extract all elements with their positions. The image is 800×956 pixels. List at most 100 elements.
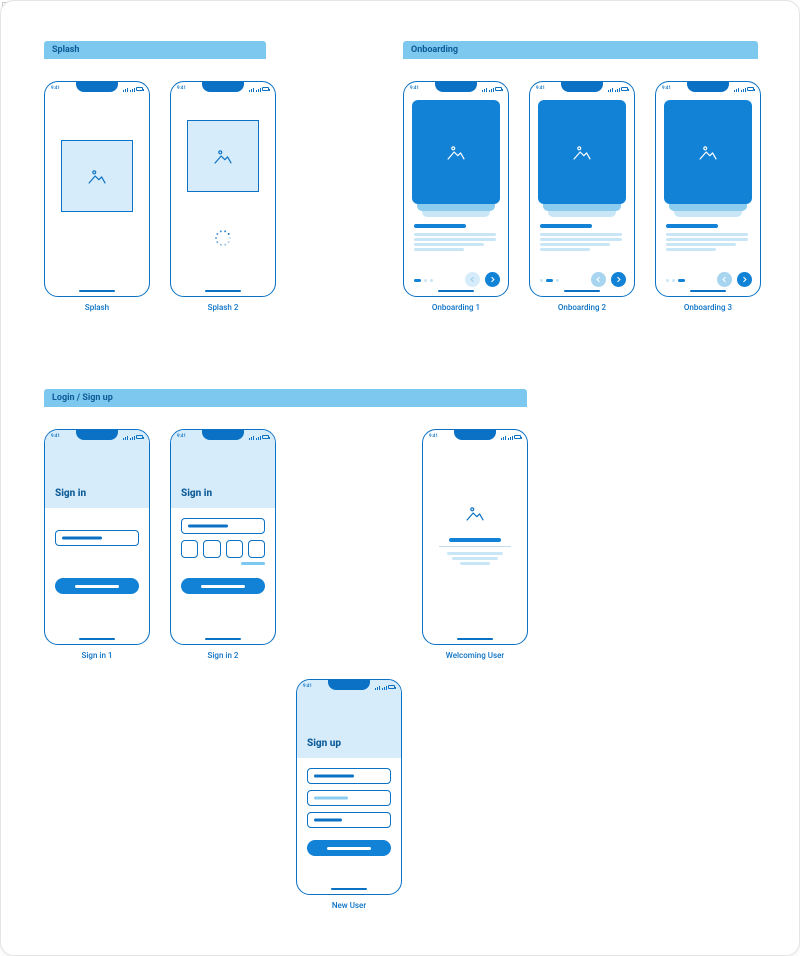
home-indicator	[331, 888, 367, 891]
body-line	[540, 243, 610, 246]
frame-splash-2[interactable]: 9:41 Splash 2	[170, 81, 276, 312]
prev-button[interactable]	[465, 272, 480, 287]
frame-signin-2[interactable]: 9:41 Sign in Sign in 2	[170, 429, 276, 660]
frame-splash-1[interactable]: 9:41 Splash	[44, 81, 150, 312]
home-indicator	[564, 290, 600, 293]
next-button[interactable]	[485, 272, 500, 287]
body-line	[414, 243, 484, 246]
phone-notch	[76, 82, 118, 92]
phone-notch	[202, 430, 244, 440]
phone-notch	[202, 82, 244, 92]
status-indicators	[482, 86, 502, 92]
password-input[interactable]	[307, 812, 391, 828]
prev-button[interactable]	[591, 272, 606, 287]
card-stack-2	[422, 211, 490, 217]
welcome-line	[452, 557, 498, 560]
phone-notch	[454, 430, 496, 440]
frame-label: New User	[296, 901, 402, 910]
frame-newuser[interactable]: 9:41 Sign up New User	[296, 679, 402, 910]
phone-input[interactable]	[55, 530, 139, 546]
home-indicator	[205, 638, 241, 641]
frame-label: Splash	[44, 303, 150, 312]
body-line	[414, 233, 496, 236]
phone-input[interactable]	[181, 518, 265, 534]
home-indicator	[457, 638, 493, 641]
resend-link[interactable]	[241, 562, 265, 565]
frame-label: Splash 2	[170, 303, 276, 312]
body-line	[666, 248, 716, 251]
frame-onboarding-2[interactable]: 9:41 Onboarding 2	[529, 81, 635, 312]
next-button[interactable]	[737, 272, 752, 287]
frame-onboarding-3[interactable]: 9:41 Onboarding 3	[655, 81, 761, 312]
status-indicators	[608, 86, 628, 92]
frame-label: Sign in 1	[44, 651, 150, 660]
body-line	[666, 238, 748, 241]
status-indicators	[123, 434, 143, 440]
onboarding-image-card	[538, 100, 626, 204]
section-header-onboarding: Onboarding	[403, 41, 758, 59]
status-indicators	[249, 434, 269, 440]
submit-button[interactable]	[181, 578, 265, 594]
submit-button[interactable]	[307, 840, 391, 856]
frame-label: Onboarding 1	[403, 303, 509, 312]
divider	[439, 546, 511, 547]
phone-notch	[76, 430, 118, 440]
home-indicator	[79, 290, 115, 293]
frame-signin-1[interactable]: 9:41 Sign in Sign in 1	[44, 429, 150, 660]
frame-label: Sign in 2	[170, 651, 276, 660]
canvas-artboard[interactable]: Splash Onboarding Login / Sign up 9:41 S…	[0, 0, 800, 956]
email-input[interactable]	[307, 790, 391, 806]
screen-title: Sign in	[181, 488, 212, 499]
image-placeholder	[187, 120, 259, 192]
status-time: 9:41	[177, 434, 186, 439]
status-indicators	[123, 86, 143, 92]
page-indicator	[414, 279, 433, 282]
section-header-login: Login / Sign up	[44, 389, 527, 407]
body-line	[414, 248, 464, 251]
status-time: 9:41	[303, 684, 312, 689]
phone-notch	[328, 680, 370, 690]
status-indicators	[734, 86, 754, 92]
frame-onboarding-1[interactable]: 9:41 Onboarding 1	[403, 81, 509, 312]
body-line	[540, 233, 622, 236]
home-indicator	[205, 290, 241, 293]
card-stack-1	[669, 204, 747, 211]
home-indicator	[438, 290, 474, 293]
status-time: 9:41	[177, 86, 186, 91]
name-input[interactable]	[307, 768, 391, 784]
frame-welcome[interactable]: 9:41 Welcoming User	[422, 429, 528, 660]
otp-digit-4[interactable]	[248, 540, 265, 558]
otp-digit-1[interactable]	[181, 540, 198, 558]
next-button[interactable]	[611, 272, 626, 287]
welcome-heading	[449, 538, 501, 542]
card-stack-1	[417, 204, 495, 211]
prev-button[interactable]	[717, 272, 732, 287]
onboarding-image-card	[412, 100, 500, 204]
image-icon	[86, 165, 108, 187]
page-indicator	[666, 279, 685, 282]
welcome-image-placeholder	[462, 500, 488, 526]
image-placeholder	[61, 140, 133, 212]
otp-digit-3[interactable]	[226, 540, 243, 558]
card-stack-2	[674, 211, 742, 217]
submit-button[interactable]	[55, 578, 139, 594]
status-indicators	[249, 86, 269, 92]
heading-placeholder	[666, 224, 718, 228]
phone-notch	[687, 82, 729, 92]
card-stack-1	[543, 204, 621, 211]
image-icon	[212, 145, 234, 167]
screen-title: Sign in	[55, 488, 86, 499]
card-stack-2	[548, 211, 616, 217]
home-indicator	[79, 638, 115, 641]
otp-digit-2[interactable]	[203, 540, 220, 558]
body-line	[540, 248, 590, 251]
image-icon	[445, 141, 467, 163]
phone-notch	[435, 82, 477, 92]
frame-label: Onboarding 2	[529, 303, 635, 312]
status-time: 9:41	[662, 86, 671, 91]
welcome-line	[460, 562, 490, 565]
onboarding-image-card	[664, 100, 752, 204]
status-indicators	[375, 684, 395, 690]
status-time: 9:41	[410, 86, 419, 91]
image-icon	[571, 141, 593, 163]
